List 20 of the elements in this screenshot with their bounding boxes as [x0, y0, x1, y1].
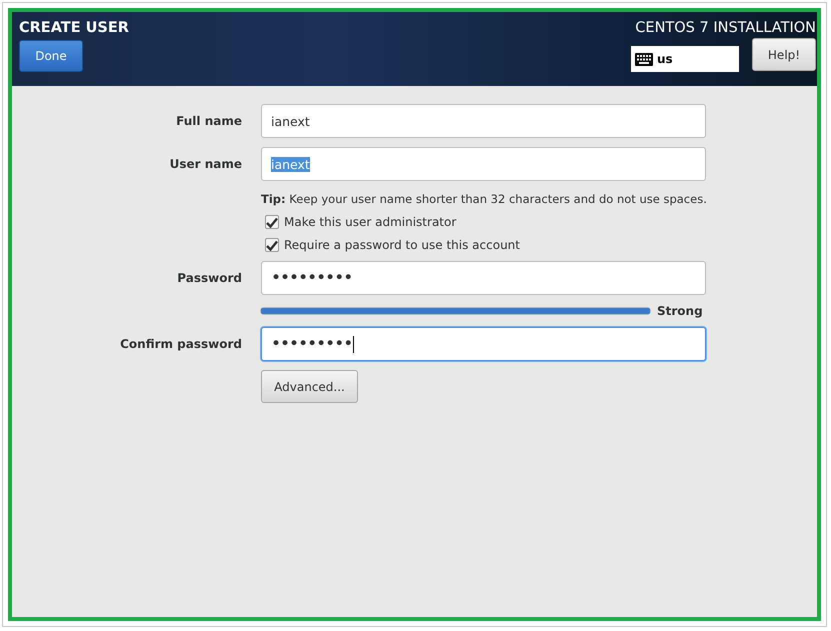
screen-title: CREATE USER	[19, 19, 129, 37]
password-field[interactable]: •••••••••	[261, 261, 706, 295]
confirm-password-field[interactable]: •••••••••	[261, 327, 706, 361]
checkbox-label: Require a password to use this account	[284, 238, 520, 252]
advanced-button[interactable]: Advanced...	[261, 370, 358, 403]
field-label: Password	[176, 271, 242, 285]
field-label: Full name	[175, 114, 242, 128]
help-button[interactable]: Help!	[752, 38, 816, 71]
keyboard-layout-indicator[interactable]: us	[631, 46, 739, 72]
field-label: Confirm password	[119, 337, 242, 351]
tip-text: Tip: Keep your user name shorter than 32 characters and do not use spaces.	[261, 192, 706, 206]
checkbox[interactable]	[265, 215, 279, 229]
keyboard-icon	[635, 52, 653, 66]
full-name-field[interactable]: ianext	[261, 104, 706, 138]
checkbox[interactable]	[265, 238, 279, 252]
checkbox-label: Make this user administrator	[284, 215, 456, 229]
product-title: CENTOS 7 INSTALLATION	[635, 19, 816, 37]
strength-label: Strong	[657, 304, 703, 318]
done-button[interactable]: Done	[19, 40, 83, 72]
field-label: User name	[168, 157, 242, 171]
